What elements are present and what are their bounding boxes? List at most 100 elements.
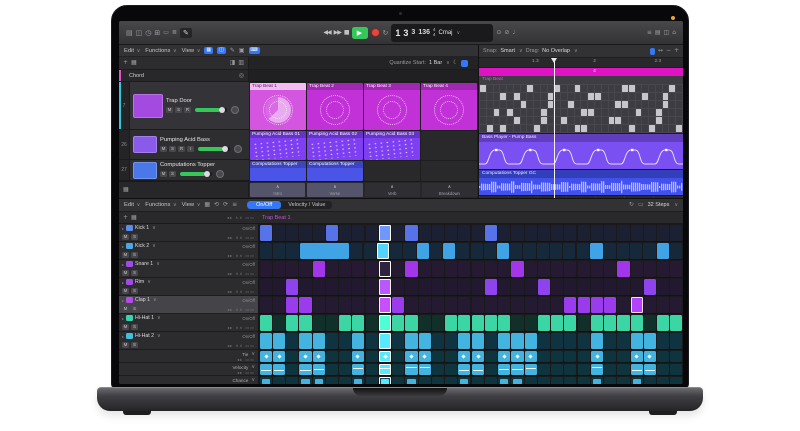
step-cell[interactable] <box>578 225 590 241</box>
step-cell[interactable] <box>471 243 483 259</box>
duplicate-track-icon[interactable]: ▦ <box>131 59 137 67</box>
step-cell[interactable] <box>604 243 616 259</box>
track-header-27[interactable]: 27Computations TopperMS <box>119 160 249 181</box>
disclosure-icon[interactable]: ▸ <box>122 226 124 231</box>
loop-icon[interactable]: ↻ <box>629 201 634 209</box>
step-cell[interactable] <box>564 261 576 277</box>
region-trap-beat[interactable]: Trap Beat <box>479 76 683 134</box>
loop-cell[interactable]: Pumping Acid Bass 01 <box>250 131 306 160</box>
step-cell[interactable] <box>591 261 603 277</box>
step-cell[interactable] <box>670 315 682 331</box>
step-cell[interactable] <box>525 297 537 313</box>
cycle-button[interactable]: ↻ <box>383 29 389 37</box>
step-cell[interactable] <box>260 333 272 349</box>
step-cell[interactable] <box>617 225 629 241</box>
step-cell[interactable] <box>379 297 391 313</box>
step-cell[interactable] <box>511 297 523 313</box>
step-cell[interactable] <box>591 315 603 331</box>
step-cell[interactable] <box>525 377 537 384</box>
step-cell[interactable] <box>405 377 417 384</box>
step-cell[interactable] <box>591 279 603 295</box>
step-cell[interactable] <box>366 333 378 349</box>
step-cell[interactable] <box>538 333 550 349</box>
step-cell[interactable] <box>419 351 431 362</box>
grid-icons[interactable]: ▭▭ <box>245 271 255 276</box>
step-cell[interactable] <box>604 351 616 362</box>
step-cell[interactable] <box>313 333 325 349</box>
step-cell[interactable] <box>538 225 550 241</box>
step-cell[interactable] <box>326 315 338 331</box>
grid-icons[interactable]: ▭▭ <box>245 253 255 258</box>
volume-slider[interactable] <box>198 147 230 151</box>
step-cell[interactable] <box>339 297 351 313</box>
subrow-header[interactable]: Velocity∨◂▸ ▭▭ <box>119 363 259 376</box>
note-pads-icon[interactable]: ▤ <box>655 29 661 37</box>
step-cell[interactable] <box>578 364 590 375</box>
step-cell[interactable] <box>631 279 643 295</box>
step-cell[interactable] <box>326 261 338 277</box>
step-cell[interactable] <box>419 225 431 241</box>
nudge-icons[interactable]: ◂▸ ▭▭ <box>237 383 255 384</box>
zoom-out-icon[interactable]: − <box>666 47 671 55</box>
step-cell[interactable] <box>458 333 470 349</box>
grid-icons[interactable]: ▭▭ <box>245 343 255 348</box>
step-cell[interactable] <box>617 333 629 349</box>
browsers-icon[interactable]: ⌂ <box>672 29 676 37</box>
step-cell[interactable] <box>551 377 563 384</box>
scene-settings-icon[interactable]: ▦ <box>123 186 129 194</box>
step-cell[interactable] <box>366 297 378 313</box>
step-cell[interactable] <box>405 364 417 375</box>
step-cell[interactable] <box>445 351 457 362</box>
playhead-line[interactable] <box>554 58 555 198</box>
scene-trigger-intro[interactable]: ∧Intro <box>250 183 305 197</box>
stop-button[interactable]: ■ <box>344 29 349 36</box>
step-cell[interactable] <box>578 279 590 295</box>
loop-cell[interactable]: Trap Beat 1 <box>250 83 306 130</box>
step-cell[interactable] <box>326 279 338 295</box>
step-cell[interactable] <box>352 364 364 375</box>
loop-cell[interactable]: Pumping Acid Bass 02 <box>307 131 363 160</box>
step-cell[interactable] <box>670 279 682 295</box>
row-header[interactable]: ▸Kick 1∨On/OffMS◂▸ ∨∧▭▭ <box>119 224 259 242</box>
step-cell[interactable] <box>260 225 272 241</box>
step-cell[interactable] <box>417 243 429 259</box>
step-cell[interactable] <box>551 351 563 362</box>
step-cell[interactable] <box>313 225 325 241</box>
step-cell[interactable] <box>273 333 285 349</box>
grid-icons[interactable]: ▭▭ <box>245 289 255 294</box>
step-cell[interactable] <box>538 297 550 313</box>
step-cell[interactable] <box>604 225 616 241</box>
list-icon[interactable]: ≡ <box>232 201 237 209</box>
step-cell[interactable] <box>260 261 272 277</box>
mute-button[interactable]: M <box>122 342 129 348</box>
cycle-region-bar[interactable]: 4 <box>479 68 683 76</box>
row-header[interactable]: ▸Snare 1∨On/OffMS◂▸ ∨∧▭▭ <box>119 260 259 278</box>
rotate-icons[interactable]: ◂▸ ∨∧ <box>227 235 243 240</box>
step-cell[interactable] <box>339 351 351 362</box>
mute-button[interactable]: M <box>122 288 129 294</box>
step-cell[interactable] <box>313 377 325 384</box>
step-cell[interactable] <box>657 279 669 295</box>
step-cell[interactable] <box>472 364 484 375</box>
step-cell[interactable] <box>631 315 643 331</box>
loop-cell[interactable]: Computations Topper <box>250 161 306 181</box>
track-header-26[interactable]: 26Pumping Acid BassMSRI <box>119 130 249 160</box>
step-cell[interactable] <box>458 279 470 295</box>
step-cell[interactable] <box>591 351 603 362</box>
step-cell[interactable] <box>419 297 431 313</box>
step-cell[interactable] <box>578 261 590 277</box>
step-cell[interactable] <box>405 225 417 241</box>
step-cell[interactable] <box>339 364 351 375</box>
loop-browser-icon[interactable]: ▥ <box>238 59 244 67</box>
rotate-right-icon[interactable]: ⟳ <box>223 201 228 209</box>
disclosure-icon[interactable]: ▸ <box>122 244 124 249</box>
step-cell[interactable] <box>537 243 549 259</box>
moon-icon[interactable]: ☾ <box>453 59 458 67</box>
rotate-left-icon[interactable]: ⟲ <box>214 201 219 209</box>
step-cell[interactable] <box>564 364 576 375</box>
step-cell[interactable] <box>273 364 285 375</box>
m-button[interactable]: M <box>166 107 173 113</box>
step-cell[interactable] <box>617 297 629 313</box>
step-cell[interactable] <box>485 315 497 331</box>
solo-button[interactable]: S <box>131 306 138 312</box>
